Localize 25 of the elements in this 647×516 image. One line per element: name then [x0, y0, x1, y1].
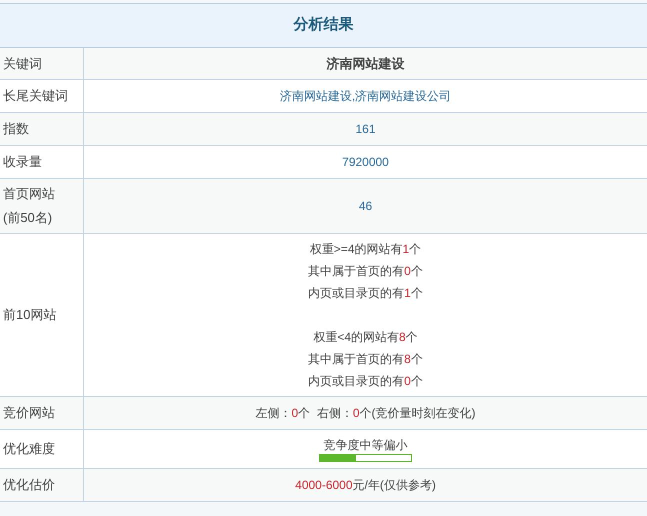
row-label: 长尾关键词	[3, 87, 69, 105]
value-text: 内页或目录页的有0个	[308, 373, 423, 390]
row-label: 指数	[3, 120, 30, 138]
value-text: 济南网站建设,济南网站建设公司	[280, 88, 452, 105]
row-label: 关键词	[3, 54, 43, 72]
value-text: 其中属于首页的有0个	[308, 263, 423, 280]
value-text: 权重>=4的网站有1个	[310, 241, 422, 258]
value-text: 46	[358, 198, 372, 215]
row-label: 竞价网站	[3, 404, 56, 422]
row-label-note: (前50名)	[3, 209, 54, 227]
value-text: 权重<4的网站有8个	[313, 329, 418, 346]
value-text: 其中属于首页的有8个	[308, 351, 423, 368]
value-text: 161	[355, 121, 376, 138]
row-label: 首页网站	[3, 185, 56, 203]
value-text: 4000-6000元/年(仅供参考)	[295, 477, 436, 494]
row-label: 优化估价	[3, 476, 56, 494]
table-title: 分析结果	[294, 15, 354, 36]
value-text: 左侧：0个 右侧：0个(竞价量时刻在变化)	[255, 405, 476, 422]
row-label: 前10网站	[3, 306, 58, 324]
row-label: 收录量	[3, 153, 43, 171]
value-text: 7920000	[342, 154, 389, 171]
value-text: 内页或目录页的有1个	[308, 285, 423, 302]
row-label: 优化难度	[3, 440, 56, 458]
difficulty-text: 竞争度中等偏小	[324, 436, 408, 454]
value-text: 济南网站建设	[326, 54, 404, 73]
